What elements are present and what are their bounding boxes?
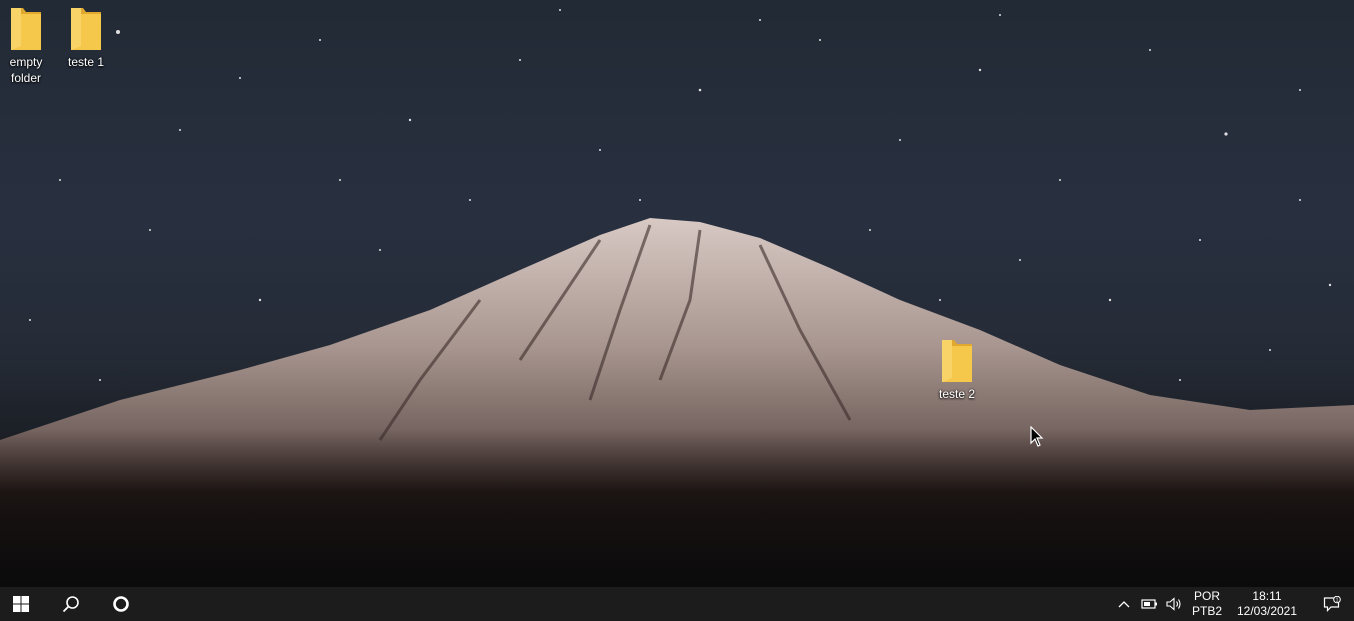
clock-date: 12/03/2021	[1236, 604, 1298, 618]
taskbar: POR PTB2 18:11 12/03/2021 1	[0, 587, 1354, 621]
volume-icon	[1166, 597, 1181, 611]
folder-icon	[71, 8, 101, 50]
desktop-icon-label: teste 1	[67, 55, 105, 69]
svg-text:1: 1	[1336, 598, 1339, 604]
mouse-cursor-icon	[1030, 426, 1044, 447]
search-icon	[62, 596, 79, 613]
desktop-icon-teste-2[interactable]: teste 2	[924, 338, 990, 402]
language-code: POR	[1193, 589, 1220, 603]
language-indicator[interactable]: POR PTB2	[1187, 589, 1227, 619]
search-button[interactable]	[50, 587, 92, 621]
wallpaper	[0, 9, 1354, 587]
desktop-icon-label: empty folder	[9, 55, 43, 85]
show-hidden-icons-button[interactable]	[1114, 587, 1134, 621]
cortana-button[interactable]	[100, 587, 142, 621]
desktop-icon-label: teste 2	[938, 387, 976, 401]
notification-icon: 1	[1323, 596, 1341, 612]
desktop-icon-empty-folder[interactable]: empty folder	[0, 6, 59, 86]
battery-icon	[1140, 599, 1157, 609]
windows-logo-icon	[13, 596, 29, 612]
folder-icon	[11, 8, 41, 50]
keyboard-layout: PTB2	[1191, 604, 1222, 618]
desktop-icon-teste-1[interactable]: teste 1	[53, 6, 119, 70]
clock[interactable]: 18:11 12/03/2021	[1231, 589, 1303, 619]
battery-button[interactable]	[1138, 587, 1160, 621]
volume-button[interactable]	[1163, 587, 1185, 621]
folder-icon	[942, 340, 972, 382]
desktop[interactable]: empty folder teste 1 teste 2	[0, 0, 1354, 587]
chevron-up-icon	[1118, 601, 1130, 608]
clock-time: 18:11	[1252, 589, 1282, 603]
cortana-circle-icon	[113, 596, 129, 612]
start-button[interactable]	[0, 587, 42, 621]
action-center-button[interactable]: 1	[1318, 587, 1346, 621]
